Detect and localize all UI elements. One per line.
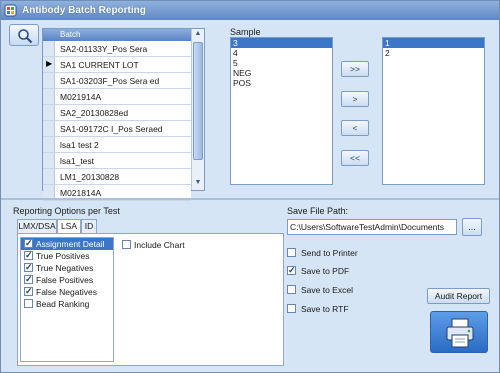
option-bead-ranking[interactable]: Bead Ranking (21, 298, 113, 310)
checkbox[interactable] (24, 250, 33, 261)
batch-row[interactable]: SA2-01133Y_Pos Sera (43, 41, 191, 57)
save-to-excel-option[interactable]: Save to Excel (287, 284, 397, 296)
scroll-up-icon[interactable]: ▲ (193, 30, 203, 40)
checkbox[interactable] (24, 286, 33, 297)
tab-id[interactable]: ID (81, 219, 97, 233)
selected-sample-item[interactable]: 2 (383, 48, 484, 58)
save-to-pdf-option[interactable]: Save to PDF (287, 265, 397, 277)
checkbox[interactable] (287, 285, 296, 294)
antibody-batch-reporting-window: Antibody Batch Reporting Batch SA2-01133… (0, 0, 500, 373)
checkbox[interactable] (287, 304, 296, 313)
sample-item[interactable]: NEG (231, 68, 332, 78)
sample-list[interactable]: 3 4 5 NEG POS (230, 37, 333, 185)
send-to-printer-option[interactable]: Send to Printer (287, 247, 397, 259)
selected-sample-item[interactable]: 1 (383, 38, 484, 48)
batch-row[interactable]: LM1_20130828 (43, 169, 191, 185)
move-all-right-button[interactable]: >> (341, 61, 369, 77)
save-path-input[interactable]: C:\Users\SoftwareTestAdmin\Documents (287, 219, 457, 235)
search-button[interactable] (9, 24, 39, 46)
app-icon (4, 4, 17, 17)
row-pointer-icon: ▶ (46, 59, 53, 68)
reporting-options-label: Reporting Options per Test (13, 206, 120, 216)
report-options-list[interactable]: Assignment Detail True Positives True Ne… (20, 237, 114, 362)
sample-item[interactable]: 5 (231, 58, 332, 68)
browse-button[interactable]: ... (462, 218, 482, 236)
batch-row[interactable]: lsa1 test 2 (43, 137, 191, 153)
audit-report-button[interactable]: Audit Report (427, 288, 490, 304)
tab-lsa[interactable]: LSA (57, 219, 81, 233)
checkbox[interactable] (24, 262, 33, 273)
include-chart-option[interactable]: Include Chart (122, 239, 192, 251)
batch-grid[interactable]: Batch SA2-01133Y_Pos Sera ▶ SA1 CURRENT L… (42, 28, 205, 201)
window-title: Antibody Batch Reporting (22, 5, 146, 16)
option-false-negatives[interactable]: False Negatives (21, 286, 113, 298)
batch-row[interactable]: SA1-09172C I_Pos Seraed (43, 121, 191, 137)
checkbox[interactable] (287, 248, 296, 257)
save-to-rtf-option[interactable]: Save to RTF (287, 303, 397, 315)
option-true-negatives[interactable]: True Negatives (21, 262, 113, 274)
tab-lmx-dsa[interactable]: LMX/DSA (17, 219, 57, 233)
batch-scrollbar[interactable]: ▲ ▼ (191, 29, 204, 190)
sample-item[interactable]: 4 (231, 48, 332, 58)
move-left-button[interactable]: < (341, 120, 369, 136)
batch-header-label: Batch (60, 30, 81, 39)
print-report-button[interactable] (430, 311, 488, 353)
checkbox[interactable] (24, 274, 33, 285)
title-bar[interactable]: Antibody Batch Reporting (1, 1, 499, 20)
batch-row[interactable]: SA1-03203F_Pos Sera ed (43, 73, 191, 89)
move-all-left-button[interactable]: << (341, 150, 369, 166)
option-assignment-detail[interactable]: Assignment Detail (21, 238, 113, 250)
option-true-positives[interactable]: True Positives (21, 250, 113, 262)
magnifier-icon (18, 29, 33, 44)
sample-item[interactable]: 3 (231, 38, 332, 48)
sample-label: Sample (230, 27, 261, 37)
selected-samples-list[interactable]: 1 2 (382, 37, 485, 185)
checkbox[interactable] (24, 299, 33, 308)
batch-row[interactable]: M021914A (43, 89, 191, 105)
batch-rows: SA2-01133Y_Pos Sera ▶ SA1 CURRENT LOT SA1… (43, 41, 191, 201)
checkbox[interactable] (287, 265, 296, 276)
option-false-positives[interactable]: False Positives (21, 274, 113, 286)
save-file-path-label: Save File Path: (287, 206, 349, 216)
include-chart-checkbox[interactable] (122, 240, 131, 249)
reporting-options-panel: Assignment Detail True Positives True Ne… (17, 233, 284, 366)
scroll-down-icon[interactable]: ▼ (193, 179, 203, 189)
move-right-button[interactable]: > (341, 91, 369, 107)
batch-row[interactable]: lsa1_test (43, 153, 191, 169)
scroll-thumb[interactable] (193, 42, 203, 160)
sample-item[interactable]: POS (231, 78, 332, 88)
section-divider (1, 198, 499, 200)
batch-row-current[interactable]: ▶ SA1 CURRENT LOT (43, 57, 191, 73)
printer-icon (446, 318, 474, 348)
batch-row[interactable]: SA2_20130828ed (43, 105, 191, 121)
batch-column-header[interactable]: Batch (43, 29, 191, 41)
checkbox[interactable] (24, 238, 33, 249)
